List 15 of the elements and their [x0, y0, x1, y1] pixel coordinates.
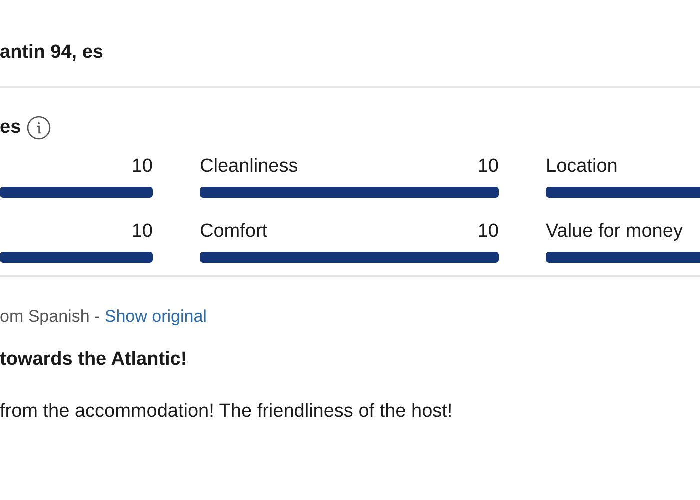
- show-original-link[interactable]: Show original: [104, 307, 207, 326]
- category-score: 10: [478, 221, 499, 243]
- category-label: Value for money: [546, 221, 683, 243]
- category-score: 10: [478, 156, 499, 178]
- category-label: Location: [546, 156, 618, 178]
- scores-heading: es: [0, 117, 22, 139]
- translation-note: om Spanish -: [0, 307, 102, 326]
- review-title: towards the Atlantic!: [0, 349, 188, 371]
- category-label: Cleanliness: [200, 156, 298, 178]
- category-label: Comfort: [200, 221, 268, 243]
- category-score: 10: [132, 221, 153, 243]
- category-score: 10: [132, 156, 153, 178]
- info-icon[interactable]: [27, 116, 52, 140]
- reviewer-name: antin 94, es: [0, 41, 104, 65]
- review-text: from the accommodation! The friendliness of the host!: [0, 401, 454, 423]
